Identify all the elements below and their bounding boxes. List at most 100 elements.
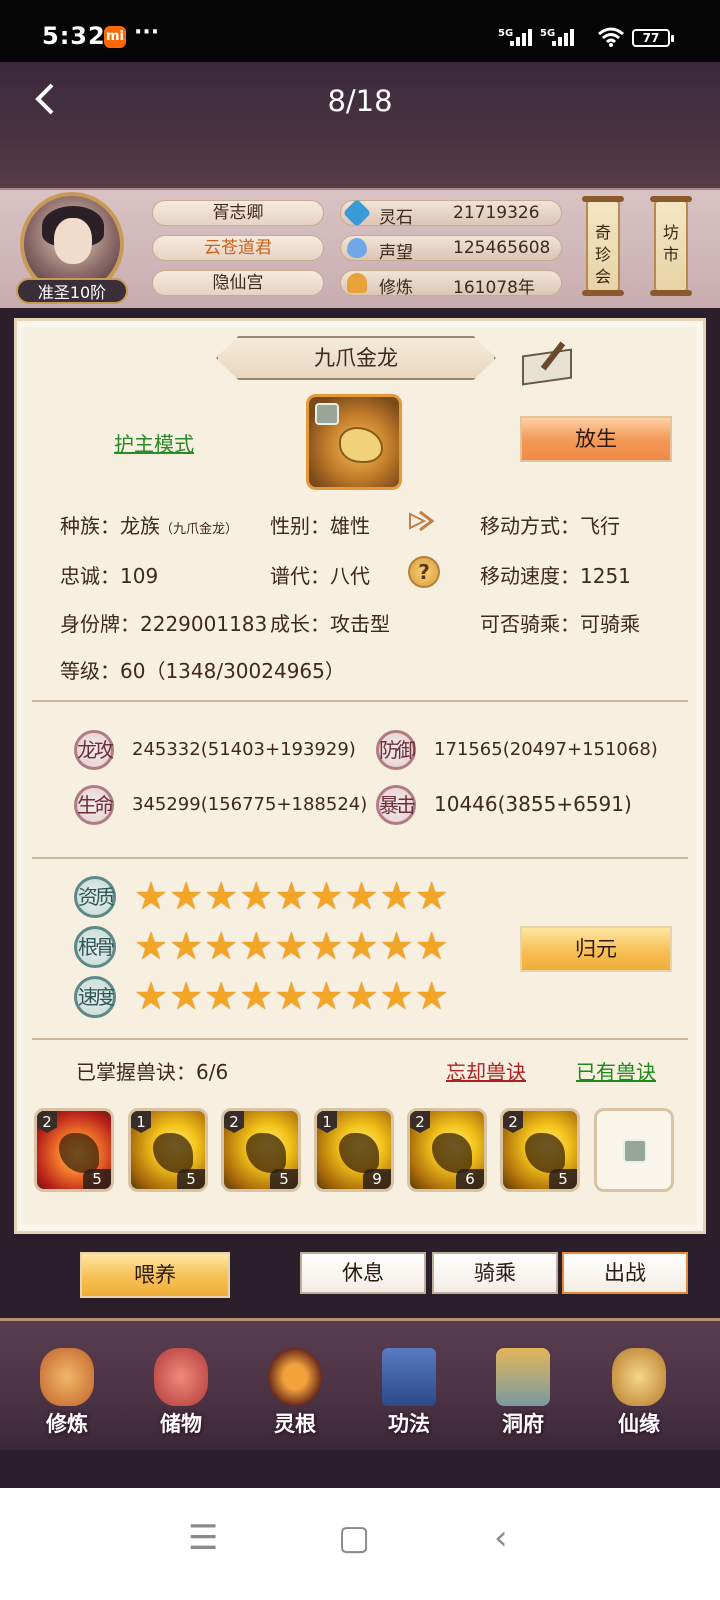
nav-label: 储物 xyxy=(160,1412,202,1436)
speed-row: 移动速度：1251 xyxy=(480,560,631,589)
star-icon: ★ xyxy=(379,974,415,1018)
skill-level: 9 xyxy=(363,1169,391,1189)
nav-cave[interactable]: 洞府 xyxy=(480,1340,566,1440)
ride-row: 可否骑乘：可骑乘 xyxy=(480,608,640,637)
menu-icon[interactable]: ☰ xyxy=(188,1518,218,1558)
skill-slot[interactable]: 26 xyxy=(407,1108,487,1192)
star-icon: ★ xyxy=(204,874,240,918)
nav-immortal-fate[interactable]: 仙缘 xyxy=(596,1340,682,1440)
crit-badge: 暴击 xyxy=(376,785,416,825)
star-icon: ★ xyxy=(274,924,310,968)
nav-storage[interactable]: 储物 xyxy=(138,1340,224,1440)
rest-button[interactable]: 休息 xyxy=(300,1252,426,1294)
divider xyxy=(32,1038,688,1040)
status-time: 5:32 xyxy=(42,22,106,50)
skill-tier: 2 xyxy=(410,1111,430,1133)
skill-slot[interactable]: 25 xyxy=(221,1108,301,1192)
storage-bag-icon xyxy=(154,1348,208,1406)
race-sub: （九爪金龙） xyxy=(160,522,239,537)
lock-icon xyxy=(315,403,339,425)
skill-slot[interactable]: 19 xyxy=(314,1108,394,1192)
growth-value: 攻击型 xyxy=(330,612,390,636)
scroll-label: 坊市 xyxy=(662,223,679,264)
home-icon[interactable]: ▢ xyxy=(338,1518,370,1558)
rename-book-icon[interactable] xyxy=(522,340,572,380)
loyalty-row: 忠诚：109 xyxy=(60,560,158,589)
skill-tier: 1 xyxy=(131,1111,151,1133)
skill-tier: 2 xyxy=(503,1111,523,1133)
skill-slot[interactable]: 15 xyxy=(128,1108,208,1192)
market-scroll[interactable]: 坊市 xyxy=(650,196,692,296)
id-value: 2229001183 xyxy=(140,612,268,636)
treasure-market-scroll[interactable]: 奇珍会 xyxy=(582,196,624,296)
star-icon: ★ xyxy=(204,924,240,968)
lock-icon xyxy=(623,1139,647,1163)
skill-tier: 1 xyxy=(317,1111,337,1133)
skill-slot[interactable]: 25 xyxy=(34,1108,114,1192)
skill-level: 5 xyxy=(549,1169,577,1189)
star-icon: ★ xyxy=(379,874,415,918)
speed-stars: ★★★★★★★★★ xyxy=(134,976,450,1016)
generation-row: 谱代：八代 xyxy=(270,560,370,589)
resource-label: 修炼 xyxy=(379,278,413,298)
star-icon: ★ xyxy=(344,924,380,968)
forget-skill-link[interactable]: 忘却兽诀 xyxy=(446,1056,526,1085)
nav-label: 灵根 xyxy=(274,1412,316,1436)
star-icon: ★ xyxy=(134,924,170,968)
gender-value: 雄性 xyxy=(330,514,370,538)
speed-badge: 速度 xyxy=(74,976,116,1018)
resource-value: 125465608 xyxy=(453,238,551,258)
star-icon: ★ xyxy=(169,924,205,968)
help-icon[interactable]: ? xyxy=(408,556,440,588)
scroll-label: 奇珍会 xyxy=(594,223,611,286)
nav-technique[interactable]: 功法 xyxy=(366,1340,452,1440)
race-label: 种族： xyxy=(60,514,120,538)
return-origin-button[interactable]: 归元 xyxy=(520,926,672,972)
owned-skills-link[interactable]: 已有兽诀 xyxy=(576,1056,656,1085)
gender-arrow-icon[interactable] xyxy=(406,506,436,536)
defense-badge: 防御 xyxy=(376,730,416,770)
signal-icon xyxy=(510,28,538,46)
defense-value: 171565(20497+151068) xyxy=(434,739,658,760)
skill-slot[interactable]: 25 xyxy=(500,1108,580,1192)
aptitude-badge: 资质 xyxy=(74,876,116,918)
deploy-button[interactable]: 出战 xyxy=(562,1252,688,1294)
resource-label: 声望 xyxy=(379,243,413,263)
attack-badge: 龙攻 xyxy=(74,730,114,770)
guard-mode-link[interactable]: 护主模式 xyxy=(114,428,194,457)
speed-value: 1251 xyxy=(580,564,631,588)
move-value: 飞行 xyxy=(580,514,620,538)
star-icon: ★ xyxy=(239,924,275,968)
player-sect: 隐仙宫 xyxy=(152,270,324,296)
feed-button[interactable]: 喂养 xyxy=(80,1252,230,1298)
nav-spirit-root[interactable]: 灵根 xyxy=(252,1340,338,1440)
nav-label: 功法 xyxy=(388,1412,430,1436)
pet-name: 九爪金龙 xyxy=(216,336,496,380)
star-icon: ★ xyxy=(414,924,450,968)
resource-value: 21719326 xyxy=(453,203,540,223)
star-icon: ★ xyxy=(309,924,345,968)
crit-value: 10446(3855+6591) xyxy=(434,792,632,816)
cultivate-icon xyxy=(40,1348,94,1406)
nav-label: 修炼 xyxy=(46,1412,88,1436)
release-button[interactable]: 放生 xyxy=(520,416,672,462)
ride-button[interactable]: 骑乘 xyxy=(432,1252,558,1294)
star-icon: ★ xyxy=(379,924,415,968)
signal-icon xyxy=(552,28,580,46)
more-notifications-icon: ··· xyxy=(134,20,160,45)
wifi-icon xyxy=(597,26,625,53)
attack-value: 245332(51403+193929) xyxy=(132,739,356,760)
back-arrow-icon[interactable] xyxy=(30,82,70,122)
nav-cultivate[interactable]: 修炼 xyxy=(24,1340,110,1440)
star-icon: ★ xyxy=(309,974,345,1018)
gender-row: 性别：雄性 xyxy=(270,510,370,539)
nav-label: 洞府 xyxy=(502,1412,544,1436)
generation-label: 谱代： xyxy=(270,564,330,588)
title-bar xyxy=(0,62,720,190)
pet-portrait[interactable] xyxy=(306,394,402,490)
back-icon[interactable]: ‹ xyxy=(494,1518,508,1558)
resource-spirit-stone: 灵石 21719326 xyxy=(340,198,562,228)
locked-skill-slot[interactable] xyxy=(594,1108,674,1192)
spirit-root-icon xyxy=(268,1348,322,1406)
star-icon: ★ xyxy=(414,874,450,918)
